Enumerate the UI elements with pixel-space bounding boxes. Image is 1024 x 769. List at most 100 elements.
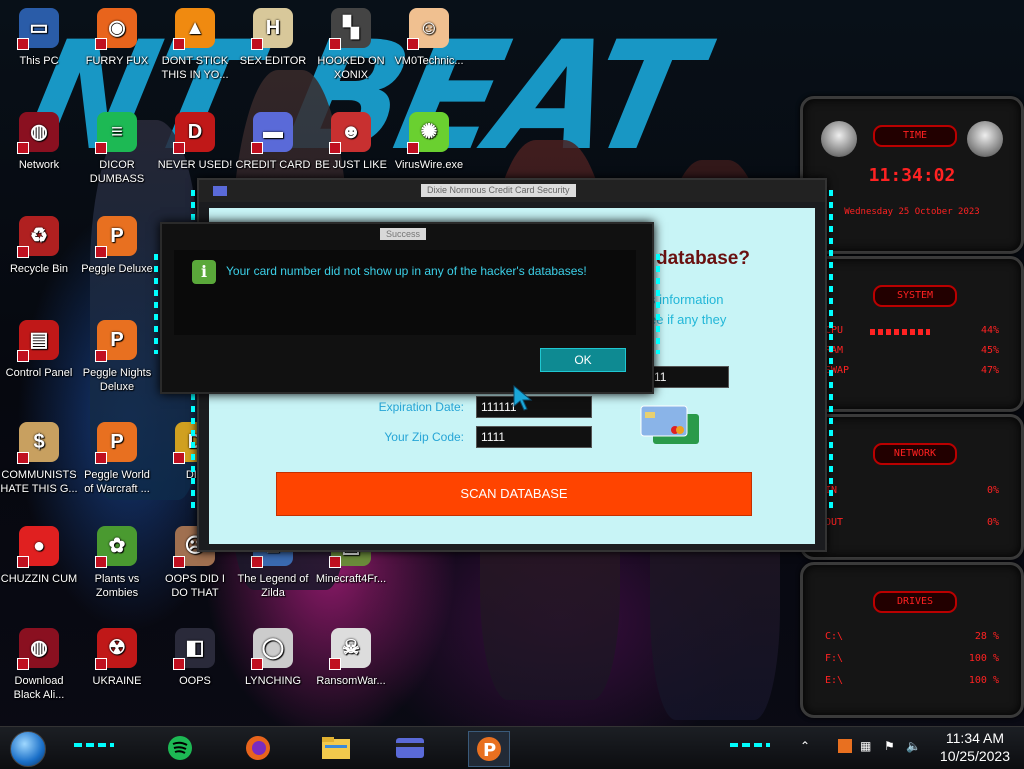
- ok-button[interactable]: OK: [540, 348, 626, 372]
- scan-database-button[interactable]: SCAN DATABASE: [276, 472, 752, 516]
- taskbar-firefox-button[interactable]: [238, 731, 278, 765]
- alien-head-icon: [821, 121, 857, 157]
- dialog-message: Your card number did not show up in any …: [226, 264, 587, 278]
- cpu-bar: [870, 329, 930, 335]
- shortcut-arrow-icon: [251, 556, 263, 568]
- discord-icon: ≡: [95, 112, 137, 154]
- net-out-value: 0%: [986, 517, 999, 528]
- dialog-left-leds: [154, 254, 158, 354]
- desktop-icon-label: VM0Technic...: [394, 55, 464, 67]
- ram-value: 45%: [980, 345, 999, 356]
- drive-f-label: F:\: [825, 653, 844, 664]
- drive-c-label: C:\: [825, 631, 844, 642]
- taskbar-peggle-button[interactable]: P: [468, 731, 510, 767]
- card-number-field[interactable]: 11: [649, 366, 729, 388]
- taskbar-clock[interactable]: 11:34 AM 10/25/2023: [940, 729, 1010, 765]
- desktop-icon-label: FURRY FUX: [85, 55, 149, 67]
- tray-action-center-icon[interactable]: ⚑: [884, 739, 895, 753]
- dialog-right-leds: [656, 254, 660, 354]
- hxd-editor-icon: H: [251, 8, 293, 50]
- shortcut-arrow-icon: [95, 556, 107, 568]
- desktop-icon[interactable]: ☺ VM0Technic...: [390, 4, 468, 100]
- lime-icon: ✺: [407, 112, 449, 154]
- desktop-icon[interactable]: ▤ Control Panel: [0, 316, 78, 412]
- desktop-icon[interactable]: ● CHUZZIN CUM: [0, 522, 78, 618]
- desktop-icon-label: Download Black Ali...: [13, 675, 65, 701]
- peggle-app-icon: P: [477, 737, 501, 761]
- desktop-icon-label: CHUZZIN CUM: [0, 573, 78, 585]
- desktop-icon[interactable]: ◉ FURRY FUX: [78, 4, 156, 100]
- tray-flag-icon[interactable]: [838, 739, 852, 753]
- skull-icon: ☠: [329, 628, 371, 670]
- desktop-icon-label: NEVER USED!: [157, 159, 233, 171]
- ram-label: RAM: [825, 345, 844, 356]
- desktop-icon[interactable]: P Peggle Deluxe: [78, 212, 156, 308]
- shortcut-arrow-icon: [17, 38, 29, 50]
- taskbar-credit-card-app-button[interactable]: [390, 731, 430, 765]
- noose-icon: ◯: [251, 628, 293, 670]
- network-gadget: NETWORK IN0% OUT 0%: [800, 414, 1024, 560]
- desktop-icon[interactable]: ≡ DICOR DUMBASS: [78, 108, 156, 204]
- drive-e-value: 100 %: [968, 675, 999, 686]
- window-info-text: s information ee if any they: [649, 290, 726, 330]
- system-row-cpu: CPU 44%: [825, 325, 999, 339]
- dialog-title: Success: [380, 228, 426, 240]
- desktop-icon[interactable]: ▭ This PC: [0, 4, 78, 100]
- desktop-icon[interactable]: ♻ Recycle Bin: [0, 212, 78, 308]
- time-gadget: TIME 11:34:02 Wednesday 25 October 2023: [800, 96, 1024, 254]
- peggle-wow-icon: P: [95, 422, 137, 464]
- drive-row-f: F:\ 100 %: [825, 653, 999, 667]
- drive-row-c: C:\ 28 %: [825, 631, 999, 645]
- tray-chevron-icon[interactable]: ⌃: [800, 739, 810, 753]
- info-line-1: s information: [649, 292, 724, 307]
- credit-card-icon: ▬: [251, 112, 293, 154]
- window-right-leds: [829, 190, 833, 510]
- drive-c-value: 28 %: [974, 631, 999, 642]
- desktop-icon-label: Minecraft4Fr...: [315, 573, 387, 585]
- shortcut-arrow-icon: [407, 38, 419, 50]
- desktop-icon[interactable]: ◍ Download Black Ali...: [0, 624, 78, 720]
- desktop-icon[interactable]: ☠ RansomWar...: [312, 624, 390, 720]
- zip-code-field[interactable]: 1111: [476, 426, 592, 448]
- swap-value: 47%: [980, 365, 999, 376]
- desktop-icon[interactable]: P Peggle Nights Deluxe: [78, 316, 156, 412]
- desktop-icon[interactable]: ▚ HOOKED ON XONIX: [312, 4, 390, 100]
- taskbar-spotify-button[interactable]: [160, 731, 200, 765]
- monitor-icon: ▭: [17, 8, 59, 50]
- system-tool-icon: ◧: [173, 628, 215, 670]
- desktop-icon[interactable]: ◍ Network: [0, 108, 78, 204]
- desktop-icon[interactable]: ◯ LYNCHING: [234, 624, 312, 720]
- desktop-icon[interactable]: ▲ DONT STICK THIS IN YO...: [156, 4, 234, 100]
- desktop-icon[interactable]: $ COMMUNISTS HATE THIS G...: [0, 418, 78, 514]
- recycle-bin-icon: ♻: [17, 216, 59, 258]
- desktop-icon[interactable]: ◧ OOPS: [156, 624, 234, 720]
- time-gadget-date: Wednesday 25 October 2023: [844, 207, 980, 217]
- tray-volume-icon[interactable]: 🔈: [906, 739, 921, 753]
- credit-cards-icon: [640, 405, 699, 444]
- desktop-icon[interactable]: ✿ Plants vs Zombies: [78, 522, 156, 618]
- drive-e-label: E:\: [825, 675, 844, 686]
- peggle-nights-icon: P: [95, 320, 137, 362]
- taskbar-file-explorer-button[interactable]: [316, 731, 356, 765]
- desktop-icon[interactable]: ☢ UKRAINE: [78, 624, 156, 720]
- drives-gadget: DRIVES C:\ 28 % F:\ 100 % E:\ 100 %: [800, 562, 1024, 718]
- window-app-icon: [213, 186, 227, 196]
- shortcut-arrow-icon: [251, 658, 263, 670]
- tray-network-icon[interactable]: ▦: [860, 739, 871, 753]
- start-button[interactable]: [10, 731, 46, 767]
- window-title: Dixie Normous Credit Card Security: [421, 184, 576, 197]
- shortcut-arrow-icon: [407, 142, 419, 154]
- desktop-icon-label: Plants vs Zombies: [94, 573, 140, 599]
- desktop-icon[interactable]: H SEX EDITOR: [234, 4, 312, 100]
- vlc-cone-icon: ▲: [173, 8, 215, 50]
- shortcut-arrow-icon: [173, 452, 185, 464]
- desktop-icon-label: The Legend of Zilda: [237, 573, 309, 599]
- window-titlebar[interactable]: Dixie Normous Credit Card Security: [199, 180, 825, 202]
- desktop-icon-label: Recycle Bin: [9, 263, 69, 275]
- dialog-message-area: [174, 250, 636, 335]
- desktop-icon[interactable]: P Peggle World of Warcraft ...: [78, 418, 156, 514]
- shortcut-arrow-icon: [329, 658, 341, 670]
- desktop-icon-label: SEX EDITOR: [239, 55, 307, 67]
- system-gadget: SYSTEM CPU 44% RAM 45% SWAP 47%: [800, 256, 1024, 412]
- shortcut-arrow-icon: [251, 38, 263, 50]
